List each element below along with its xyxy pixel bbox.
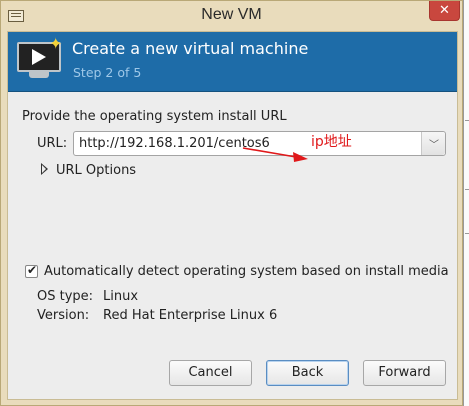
annotation-arrow	[242, 147, 308, 162]
edge-tick	[465, 233, 469, 234]
edge-tick	[465, 189, 469, 190]
annotation-label: ip地址	[311, 134, 352, 150]
edge-tick	[465, 120, 469, 121]
background-window-edge	[463, 0, 469, 406]
